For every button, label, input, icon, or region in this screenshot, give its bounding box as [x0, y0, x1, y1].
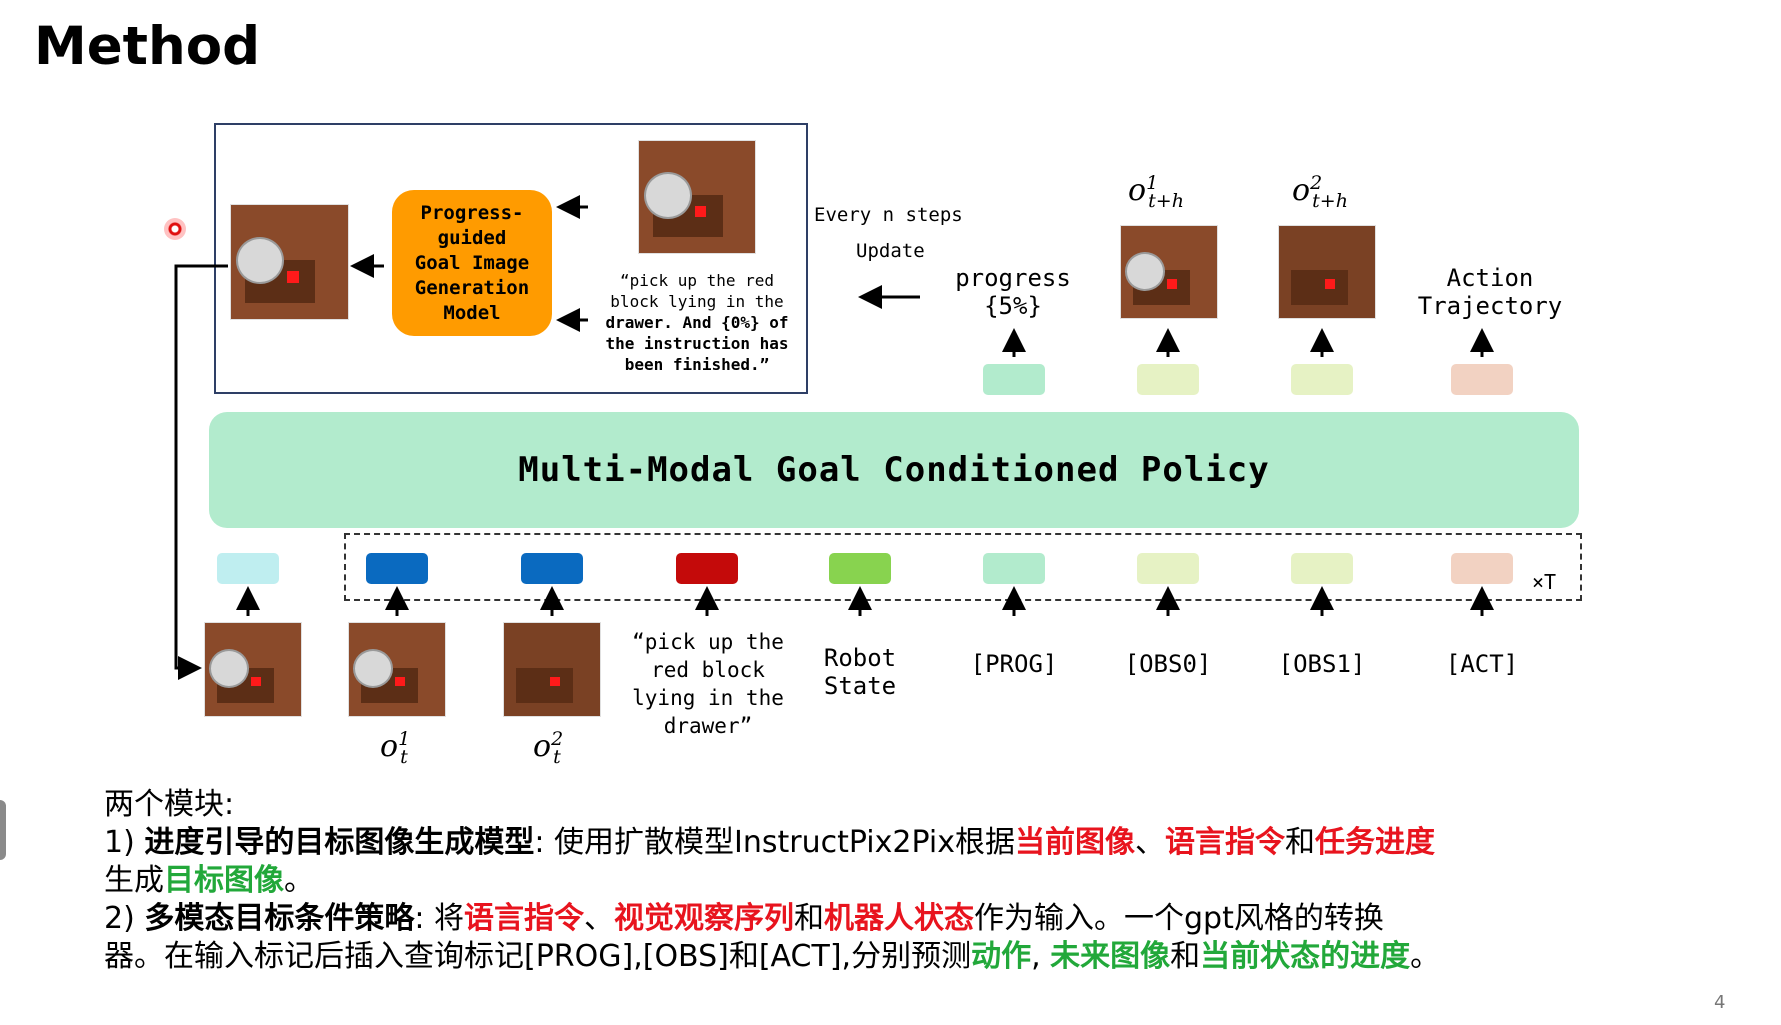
item2-line2: 器。在输入标记后插入查询标记[PROG],[OBS]和[ACT],分别预测动作,… — [104, 939, 1441, 974]
page-number: 4 — [1714, 992, 1726, 1013]
item1-line2: 生成目标图像。 — [104, 863, 314, 898]
item1-line1: 1) 进度引导的目标图像生成模型: 使用扩散模型InstructPix2Pix根… — [104, 825, 1435, 860]
description-text: 两个模块: 1) 进度引导的目标图像生成模型: 使用扩散模型InstructPi… — [104, 786, 1744, 976]
side-panel-handle[interactable] — [0, 800, 6, 860]
item2-line1: 2) 多模态目标条件策略: 将语言指令、视觉观察序列和机器人状态作为输入。一个g… — [104, 901, 1384, 936]
goal-feedback-line — [174, 264, 228, 680]
description-heading: 两个模块: — [104, 787, 235, 822]
